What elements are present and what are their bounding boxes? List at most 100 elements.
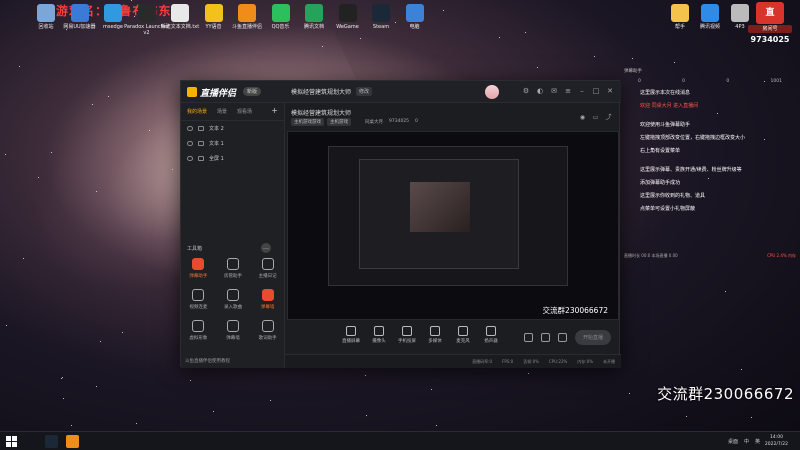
capture-tool[interactable]: 直播屏幕 [337, 326, 365, 344]
eye-icon[interactable] [187, 126, 193, 131]
room-number-panel: 直 房间号 9734025 [748, 0, 792, 60]
share-icon[interactable]: ⤴ [604, 113, 613, 122]
toolbox-item[interactable]: 主播日记 [250, 258, 285, 279]
star [365, 375, 366, 376]
yy-icon [204, 4, 223, 22]
message-icon[interactable]: ✉ [549, 86, 559, 96]
toolbox-item-label: 弹幕助手 [189, 274, 208, 279]
app-logo-icon [187, 87, 197, 97]
more-tools-icon[interactable]: … [261, 243, 271, 253]
star [366, 415, 367, 416]
window-controls: ⚙ ◐ ✉ ≡ – □ ✕ [521, 86, 615, 96]
toolbox-item[interactable]: 录入歌曲 [216, 289, 251, 310]
avatar[interactable] [485, 85, 499, 99]
star [632, 58, 633, 59]
chat-message: 这里展示弹幕、贵族开通/续费、粉丝牌升级等 [640, 167, 742, 173]
star [213, 411, 214, 412]
toolbox-item[interactable]: 虚拟形象 [181, 320, 216, 341]
chat-footer-right: CPU 2.4% 内存 [767, 253, 796, 258]
toolbox-item-label: 歌词助手 [258, 336, 277, 341]
clock-time: 14:00 [769, 435, 783, 440]
settings-gear-icon[interactable] [557, 333, 567, 342]
tab-my-scene[interactable]: 我的场景 [187, 108, 207, 115]
toolbox-item-label: 虚拟形象 [189, 336, 208, 341]
chat-message: 添加弹幕助手成功 [640, 180, 681, 186]
eye-icon[interactable] [187, 141, 193, 146]
source-item[interactable]: 文本 2 [181, 121, 284, 136]
toolbox-item[interactable]: 视频连麦 [181, 289, 216, 310]
source-item[interactable]: 文本 1 [181, 136, 284, 151]
screen-icon[interactable]: ▭ [591, 113, 600, 122]
chat-stat: 1001 [770, 79, 782, 84]
room-tag[interactable]: 主机游戏 [327, 118, 351, 126]
capture-tool-label: 手机投屏 [398, 339, 416, 344]
edit-title-button[interactable]: 修改 [356, 87, 373, 96]
tab-watch[interactable]: 观看场 [237, 108, 252, 115]
star [122, 332, 123, 333]
danmaku-wall-icon [261, 289, 274, 301]
tray-ime[interactable]: 中 [744, 438, 749, 445]
tab-scene[interactable]: 场景 [217, 108, 227, 115]
maximize-icon[interactable]: □ [591, 86, 601, 96]
minimize-icon[interactable]: – [577, 86, 587, 96]
chat-footer-left: 直播时长 00:0 本场直播 0.00 [624, 253, 678, 258]
douyu-taskbar-icon[interactable] [66, 435, 79, 448]
system-tray: 桌面 中 英 [728, 438, 760, 445]
stream-preview[interactable]: 交流群230066672 [287, 131, 619, 320]
star [686, 416, 687, 417]
capture-tool[interactable]: 多媒体 [421, 326, 449, 344]
start-live-button[interactable]: 开始直播 [574, 330, 611, 345]
toolbox-item[interactable]: 弹幕墙 [250, 289, 285, 310]
danmaku-helper-icon [192, 258, 205, 270]
source-item[interactable]: 全屏 1 [181, 151, 284, 166]
eye-icon[interactable] [187, 156, 193, 161]
room-tags: 主机游戏游戏 主机游戏 [291, 118, 351, 126]
chat-message: 这里展示本次在线消息 [640, 90, 691, 96]
start-button[interactable] [6, 436, 17, 447]
chat-messages: 这里展示本次在线消息 欢迎 同桌大月 进入直播间 欢迎使用斗鱼弹幕助手 左键拖拽顶部改… [620, 86, 800, 215]
room-tools: ◉ ▭ ⤴ [578, 113, 613, 122]
steam-taskbar-icon[interactable] [45, 435, 58, 448]
skin-icon[interactable]: ◐ [535, 86, 545, 96]
room-logo-icon: 直 [756, 2, 784, 24]
camera-icon[interactable]: ◉ [578, 113, 587, 122]
close-icon[interactable]: ✕ [605, 86, 615, 96]
tray-lang[interactable]: 英 [755, 438, 760, 445]
clock[interactable]: 14:00 2022/7/22 [765, 434, 788, 448]
menu-icon[interactable]: ≡ [563, 86, 573, 96]
record-icon[interactable] [523, 333, 533, 342]
star [499, 37, 500, 38]
chat-message: 点菜单可设置小礼物屏蔽 [640, 206, 696, 212]
settings-icon[interactable]: ⚙ [521, 86, 531, 96]
eye-toggle-icon[interactable] [540, 333, 550, 342]
star [96, 386, 97, 387]
room-title-main: 模拟经营建筑规划大师 [291, 110, 352, 117]
capture-tool[interactable]: 摄像头 [365, 326, 393, 344]
toolbox-item[interactable]: 歌词助手 [250, 320, 285, 341]
add-source-button[interactable]: + [271, 107, 278, 115]
tencent-doc-icon [305, 4, 323, 22]
source-label: 全屏 1 [209, 156, 224, 162]
version-badge[interactable]: 新版 [243, 87, 262, 96]
capture-tool[interactable]: 扬声器 [477, 326, 505, 344]
capture-tool[interactable]: 手机投屏 [393, 326, 421, 344]
chat-header: 弹幕助手 [624, 69, 642, 74]
status-item: 直播码率:0 [472, 358, 493, 364]
lock-icon[interactable] [198, 156, 204, 161]
desktop-icon[interactable]: 电脑 [391, 4, 439, 30]
lock-icon[interactable] [198, 141, 204, 146]
chat-stats: 0 0 0 1001 [620, 77, 800, 86]
lock-icon[interactable] [198, 126, 204, 131]
status-bar: 直播码率:0 FPS:0 丢帧:0% CPU:22% 内存:0% 未开播 [285, 354, 621, 368]
chat-message: 这里展示你收到的礼物、道具 [640, 193, 706, 199]
star [131, 0, 132, 1]
toolbox-item[interactable]: 弹幕墙 [216, 320, 251, 341]
star [443, 10, 444, 11]
tutorial-link[interactable]: 斗鱼直播伴侣使用教程 [185, 358, 230, 364]
room-tag[interactable]: 主机游戏游戏 [291, 118, 324, 126]
tray-desktop[interactable]: 桌面 [728, 438, 738, 445]
capture-tool[interactable]: 麦克风 [449, 326, 477, 344]
toolbox-item[interactable]: 弹幕助手 [181, 258, 216, 279]
toolbox-item[interactable]: 房管助手 [216, 258, 251, 279]
song-icon [226, 289, 239, 301]
